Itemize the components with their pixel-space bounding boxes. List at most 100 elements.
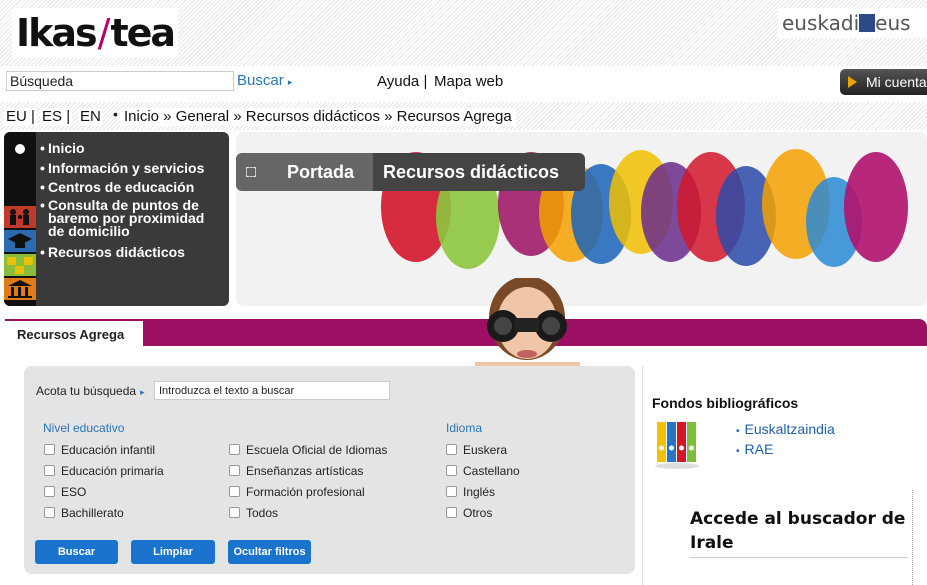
checkbox-label: Otros	[463, 506, 493, 520]
checkbox-box[interactable]	[446, 465, 457, 476]
sitemap-link[interactable]: Mapa web	[434, 73, 503, 91]
checkbox-box[interactable]	[446, 486, 457, 497]
sidebar-item-recursos[interactable]: • Recursos didácticos	[40, 245, 226, 260]
family-icon-svg	[10, 209, 29, 225]
tab-portada-label: Portada	[287, 162, 355, 182]
nivel-educativo-heading: Nivel educativo	[43, 421, 125, 435]
checkbox-box[interactable]	[44, 507, 55, 518]
home-dot-icon[interactable]	[15, 144, 25, 154]
bullet-icon: •	[40, 179, 45, 195]
bullet-icon: •	[40, 160, 45, 176]
lang-es[interactable]: ES |	[40, 108, 73, 126]
family-icon[interactable]	[4, 206, 36, 228]
idioma-heading: Idioma	[446, 421, 483, 435]
checkbox-bachillerato[interactable]: Bachillerato	[44, 506, 124, 520]
play-arrow-icon	[848, 76, 857, 88]
help-link[interactable]: Ayuda |	[377, 73, 427, 91]
logo-text-right: tea	[110, 11, 176, 55]
abc-blocks-icon[interactable]	[4, 254, 36, 276]
buscar-button[interactable]: Buscar	[35, 540, 118, 564]
lang-eu-label: EU	[6, 108, 27, 125]
checkbox-todos[interactable]: Todos	[229, 506, 278, 520]
my-account-label: Mi cuenta	[866, 74, 927, 90]
sidebar-item-label: Información y servicios	[48, 160, 205, 176]
checkbox-euskera[interactable]: Euskera	[446, 443, 507, 457]
institution-icon-svg	[8, 280, 32, 298]
filter-text-input[interactable]	[154, 381, 390, 400]
search-input[interactable]	[6, 71, 234, 91]
sidebar-item-inicio[interactable]: • Inicio	[40, 140, 226, 156]
arrow-right-icon: ▸	[140, 387, 145, 397]
checkbox-box[interactable]	[229, 465, 240, 476]
checkbox-box[interactable]	[229, 507, 240, 518]
checkbox-box[interactable]	[229, 444, 240, 455]
limpiar-button[interactable]: Limpiar	[131, 540, 215, 564]
search-button-label: Buscar	[237, 72, 284, 89]
sidebar-item-centros[interactable]: • Centros de educación	[40, 179, 226, 195]
lang-en[interactable]: EN	[78, 108, 103, 126]
dotted-divider	[912, 490, 914, 585]
link-euskaltzaindia[interactable]: • Euskaltzaindia	[736, 420, 835, 441]
logo-text-left: Ikas	[16, 11, 98, 55]
checkbox-eso[interactable]: ESO	[44, 485, 86, 499]
help-label: Ayuda	[377, 73, 420, 90]
checkbox-label: Inglés	[463, 485, 496, 499]
link-label: Euskaltzaindia	[744, 421, 835, 437]
checkbox-label: Enseñanzas artísticas	[246, 464, 364, 478]
sidebar-item-baremo[interactable]: • Consulta de puntos de baremo por proxim…	[40, 197, 220, 239]
ikastea-logo[interactable]: Ikas/tea	[12, 8, 179, 58]
ocultar-filtros-button[interactable]: Ocultar filtros	[228, 540, 311, 564]
tab-portada[interactable]: Portada	[236, 153, 373, 191]
side-navigation: • Inicio • Información y servicios • Centro…	[4, 132, 229, 306]
sidebar-item-label: Inicio	[48, 140, 85, 156]
breadcrumb[interactable]: Inicio » General » Recursos didácticos »…	[120, 108, 516, 126]
separator: |	[66, 108, 71, 125]
sidebar-item-label: Centros de educación	[48, 179, 195, 195]
tab-recursos-agrega[interactable]: Recursos Agrega	[5, 319, 143, 349]
checkbox-label: Castellano	[463, 464, 520, 478]
checkbox-box[interactable]	[44, 444, 55, 455]
link-rae[interactable]: • RAE	[736, 440, 773, 461]
bullet-icon: •	[736, 446, 740, 457]
checkbox-ingles[interactable]: Inglés	[446, 485, 495, 499]
irale-heading-link[interactable]: Accede al buscador de Irale	[690, 507, 908, 558]
checkbox-box[interactable]	[44, 486, 55, 497]
checkbox-otros[interactable]: Otros	[446, 506, 492, 520]
checkbox-box[interactable]	[229, 486, 240, 497]
separator: |	[31, 108, 35, 125]
euskadi-eus-logo[interactable]: euskadi eus	[778, 8, 927, 38]
checkbox-ensenanzas-artisticas[interactable]: Enseñanzas artísticas	[229, 464, 363, 478]
lang-es-label: ES	[42, 108, 63, 125]
checkbox-eoi[interactable]: Escuela Oficial de Idiomas	[229, 443, 387, 457]
separator: |	[423, 73, 428, 90]
filter-label: Acota tu búsqueda ▸	[36, 383, 145, 400]
sidebar-item-informacion[interactable]: • Información y servicios	[40, 160, 226, 176]
bullet-icon: •	[40, 244, 45, 260]
checkbox-box[interactable]	[446, 507, 457, 518]
graduation-cap-icon[interactable]	[4, 230, 36, 252]
bullet-icon: •	[736, 426, 740, 437]
girl-with-binoculars-image	[475, 278, 580, 370]
checkbox-label: Bachillerato	[61, 506, 124, 520]
search-button[interactable]: Buscar ▸	[237, 72, 292, 91]
my-account-button[interactable]: Mi cuenta	[840, 69, 927, 95]
arrow-right-icon: ▸	[287, 77, 293, 87]
euskadi-box-icon	[859, 14, 876, 32]
lang-eu[interactable]: EU |	[4, 108, 37, 126]
checkbox-label: Educación infantil	[61, 443, 156, 457]
checkbox-castellano[interactable]: Castellano	[446, 464, 520, 478]
checkbox-educacion-infantil[interactable]: Educación infantil	[44, 443, 155, 457]
bullet-icon: •	[40, 197, 45, 213]
checkbox-box[interactable]	[446, 444, 457, 455]
institution-icon[interactable]	[4, 278, 36, 300]
checkbox-label: Educación primaria	[61, 464, 164, 478]
checkbox-box[interactable]	[44, 465, 55, 476]
checkbox-formacion-profesional[interactable]: Formación profesional	[229, 485, 365, 499]
logo-slash-icon: /	[97, 11, 111, 55]
bullet-icon: •	[113, 106, 118, 122]
checkbox-label: Formación profesional	[246, 485, 365, 499]
tab-recursos-didacticos[interactable]: Recursos didácticos	[373, 153, 585, 191]
euskadi-text: euskadi	[782, 11, 860, 35]
checkbox-educacion-primaria[interactable]: Educación primaria	[44, 464, 164, 478]
sidebar-item-label: Consulta de puntos de baremo por proximi…	[48, 197, 205, 239]
